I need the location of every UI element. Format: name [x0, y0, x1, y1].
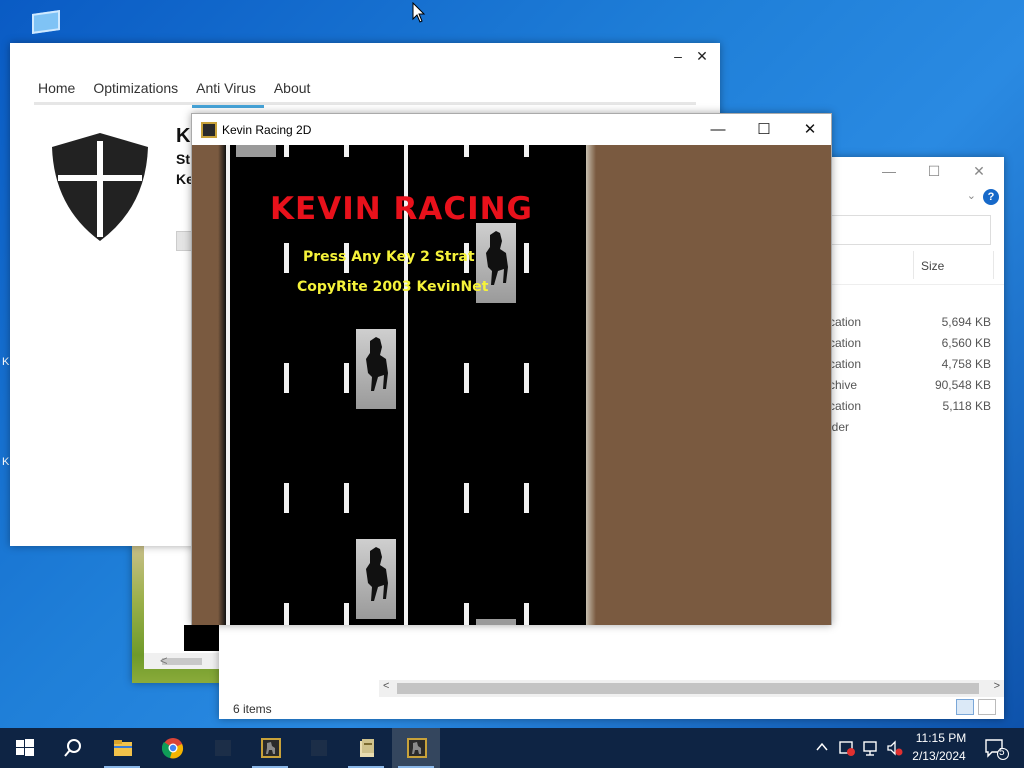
game-title: KEVIN RACING — [270, 191, 533, 227]
notifications-icon[interactable] — [984, 738, 1010, 760]
scroll-right-icon: > — [993, 680, 1000, 692]
search-input[interactable] — [829, 215, 991, 245]
notification-count: 5 — [999, 747, 1005, 758]
close-button[interactable]: ✕ — [787, 119, 833, 141]
details-view-icon — [956, 699, 974, 715]
start-button[interactable] — [0, 728, 48, 768]
copyright-text: CopyRite 2003 KevinNet — [297, 279, 489, 295]
horizontal-scrollbar[interactable]: < > — [379, 680, 1004, 697]
status-label: St — [176, 151, 190, 167]
start-prompt: Press Any Key 2 Strat — [303, 249, 475, 265]
horse-sprite — [236, 145, 276, 157]
taskbar-installer[interactable] — [342, 728, 390, 768]
view-toggle[interactable] — [956, 699, 996, 717]
title-bar[interactable]: Kevin Racing 2D — ☐ ✕ — [192, 114, 831, 145]
help-icon[interactable]: ? — [983, 189, 999, 205]
horse-sprite — [356, 539, 396, 619]
chrome-icon — [162, 738, 184, 759]
tab-home[interactable]: Home — [34, 79, 79, 105]
tiles-view-icon — [978, 699, 996, 715]
item-count: 6 items — [233, 702, 272, 716]
horse-app-icon — [201, 122, 217, 138]
nav-bar: Home Optimizations Anti Virus About — [34, 79, 696, 108]
column-header: Size — [829, 251, 1004, 285]
horse-icon — [407, 738, 427, 758]
horse-icon — [261, 738, 281, 758]
app-icon — [311, 740, 327, 756]
list-item[interactable]: cation 5,694 KB — [829, 315, 991, 336]
list-item[interactable]: cation 4,758 KB — [829, 357, 991, 378]
maximize-button[interactable]: ☐ — [919, 163, 949, 179]
window-title: Kevin Racing 2D — [222, 123, 312, 137]
desktop-icon-label[interactable]: K — [2, 356, 9, 368]
shield-icon — [52, 133, 148, 241]
close-button[interactable]: ✕ — [964, 163, 994, 179]
chevron-up-icon[interactable] — [816, 742, 828, 752]
list-item[interactable]: lder — [829, 420, 989, 441]
tab-about[interactable]: About — [270, 79, 315, 105]
taskbar-file-explorer[interactable] — [98, 728, 146, 768]
taskbar-kevin-racing[interactable] — [392, 728, 440, 768]
player-sprite — [476, 619, 516, 625]
list-item[interactable]: cation 6,560 KB — [829, 336, 991, 357]
desktop-icon-label[interactable]: K — [2, 456, 9, 468]
size-column-header[interactable]: Size — [921, 259, 944, 273]
maximize-button[interactable]: ☐ — [741, 119, 787, 141]
windows-logo-icon — [16, 739, 34, 756]
minimize-button[interactable]: — — [874, 163, 904, 179]
horizontal-scrollbar[interactable] — [144, 653, 220, 669]
chevron-down-icon[interactable]: ⌄ — [967, 189, 976, 202]
app-icon — [215, 740, 231, 756]
volume-muted-icon[interactable] — [886, 739, 904, 757]
taskbar-app-dim[interactable] — [294, 728, 342, 768]
close-button[interactable]: ✕ — [692, 47, 712, 65]
taskbar-app-dim[interactable] — [198, 728, 246, 768]
taskbar: 5 — [0, 728, 1024, 768]
installer-icon — [360, 739, 374, 757]
search-icon — [64, 739, 81, 757]
tab-anti-virus[interactable]: Anti Virus — [192, 79, 264, 108]
taskbar-kevin-racing[interactable] — [246, 728, 294, 768]
desktop-monitor-icon[interactable] — [28, 8, 62, 38]
folder-icon — [114, 740, 132, 756]
search-button[interactable] — [48, 728, 96, 768]
security-icon[interactable] — [838, 739, 856, 757]
list-item[interactable]: cation 5,118 KB — [829, 399, 991, 420]
mouse-cursor-icon — [412, 2, 426, 23]
clock-time[interactable]: 11:15 PM — [912, 731, 970, 745]
scroll-left-icon[interactable]: < — [160, 653, 168, 668]
minimize-button[interactable]: — — [695, 119, 741, 141]
horse-sprite — [356, 329, 396, 409]
kevin-racing-window: Kevin Racing 2D — ☐ ✕ KEVIN RACING Press… — [191, 113, 832, 625]
list-item[interactable]: chive 90,548 KB — [829, 378, 991, 399]
tab-optimizations[interactable]: Optimizations — [89, 79, 182, 105]
minimize-button[interactable]: – — [668, 47, 688, 65]
taskbar-chrome[interactable] — [148, 728, 196, 768]
scroll-left-icon: < — [383, 680, 390, 692]
game-canvas[interactable]: KEVIN RACING Press Any Key 2 Strat CopyR… — [192, 145, 831, 625]
clock-date[interactable]: 2/13/2024 — [908, 749, 970, 763]
network-icon[interactable] — [862, 739, 880, 757]
